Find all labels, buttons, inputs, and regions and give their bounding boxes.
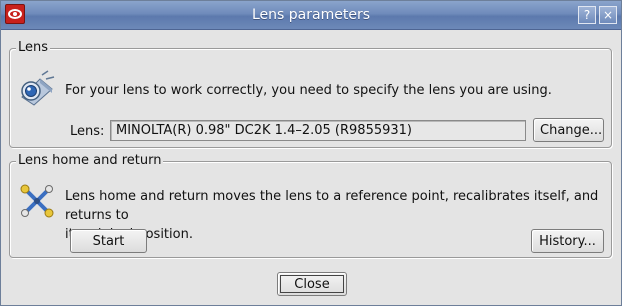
lens-field: MINOLTA(R) 0.98" DC2K 1.4–2.05 (R9855931… <box>110 120 526 141</box>
lens-home-description-line1: Lens home and return moves the lens to a… <box>65 189 599 223</box>
lens-home-group-title: Lens home and return <box>16 153 164 168</box>
history-button[interactable]: History... <box>531 229 604 253</box>
lens-home-group: Lens home and return Lens home and retur… <box>9 153 612 258</box>
window-close-button[interactable]: × <box>599 6 617 24</box>
crossed-tools-icon <box>18 182 56 220</box>
window-title: Lens parameters <box>252 7 370 23</box>
start-button[interactable]: Start <box>70 229 147 253</box>
help-button[interactable]: ? <box>578 6 596 24</box>
dialog-window: Lens parameters ? × Lens For your lens t… <box>0 0 622 306</box>
lens-group-title: Lens <box>16 40 51 55</box>
close-button[interactable]: Close <box>277 272 347 296</box>
lens-group: Lens For your lens to work correctly, yo… <box>9 40 612 148</box>
change-lens-button[interactable]: Change... <box>533 118 604 142</box>
lens-label: Lens: <box>70 124 105 139</box>
lens-description: For your lens to work correctly, you nee… <box>65 83 552 98</box>
lens-projector-icon <box>18 69 56 107</box>
titlebar[interactable]: Lens parameters ? × <box>1 1 621 30</box>
